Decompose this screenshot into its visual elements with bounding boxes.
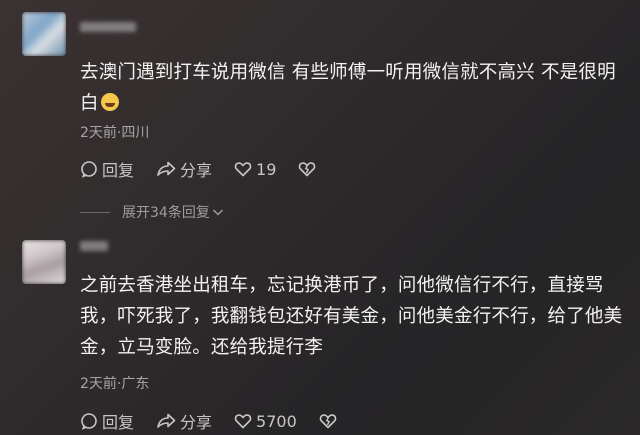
comment-item: 之前去香港坐出租车，忘记换港币了，问他微信行不行，直接骂我，吓死我了，我翻钱包还… <box>0 230 640 435</box>
reply-icon <box>81 161 97 178</box>
like-icon <box>234 162 252 177</box>
comment-meta: 2天前·广东 <box>80 376 150 392</box>
dislike-button[interactable] <box>298 160 320 178</box>
reply-icon <box>81 413 97 430</box>
username[interactable] <box>80 22 136 32</box>
username[interactable] <box>80 241 108 251</box>
divider <box>80 211 110 213</box>
comment-item: 去澳门遇到打车说用微信 有些师傅一听用微信就不高兴 不是很明白 2天前·四川 回… <box>0 0 640 221</box>
avatar[interactable] <box>22 240 66 284</box>
share-button[interactable]: 分享 <box>156 409 212 433</box>
dislike-icon <box>299 162 316 177</box>
comment-text: 之前去香港坐出租车，忘记换港币了，问他微信行不行，直接骂我，吓死我了，我翻钱包还… <box>80 275 623 358</box>
reply-button[interactable]: 回复 <box>80 409 134 433</box>
share-icon <box>157 413 176 428</box>
chevron-down-icon <box>212 209 223 216</box>
comment-meta: 2天前·四川 <box>80 125 150 141</box>
like-button[interactable]: 5700 <box>234 412 297 431</box>
reply-button[interactable]: 回复 <box>80 157 134 181</box>
dislike-icon <box>319 414 337 429</box>
comment-actions: 回复 分享 19 <box>80 158 342 180</box>
avatar[interactable] <box>22 12 66 56</box>
comment-actions: 回复 分享 5700 <box>80 410 363 432</box>
share-button[interactable]: 分享 <box>156 157 212 181</box>
dislike-button[interactable] <box>319 412 341 430</box>
like-icon <box>234 414 252 429</box>
grinning-sweat-emoji-icon <box>100 93 119 111</box>
expand-replies-button[interactable]: 展开34条回复 <box>80 202 224 222</box>
comment-text: 去澳门遇到打车说用微信 有些师傅一听用微信就不高兴 不是很明白 <box>80 62 616 114</box>
like-button[interactable]: 19 <box>234 160 276 179</box>
share-icon <box>157 161 176 176</box>
